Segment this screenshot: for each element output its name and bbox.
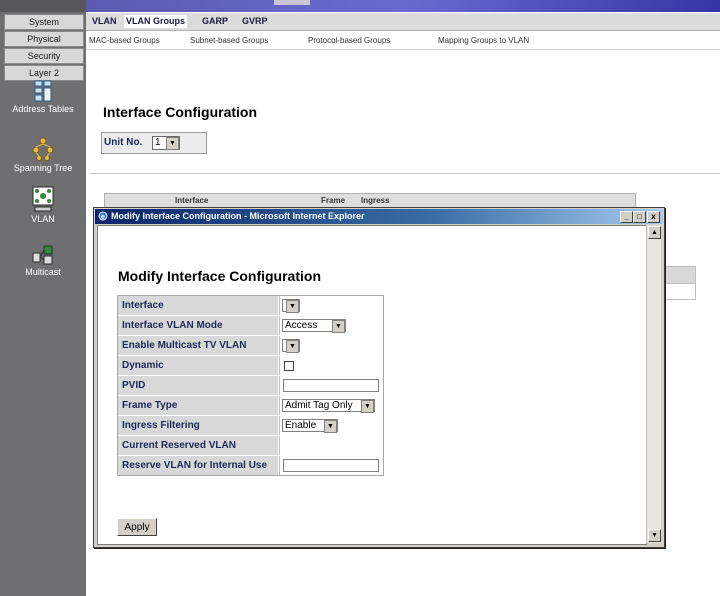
sidebar-spanning-tree-label: Spanning Tree <box>13 163 73 173</box>
scroll-down-icon[interactable]: ▼ <box>648 529 661 542</box>
chevron-down-icon: ▼ <box>166 137 179 150</box>
interface-vlan-mode-select[interactable]: Access ▼ <box>282 319 346 333</box>
pvid-label: PVID <box>118 376 278 395</box>
vlan-icon <box>32 186 54 212</box>
tab-garp[interactable]: GARP <box>202 15 228 28</box>
chevron-down-icon: ▼ <box>324 420 337 433</box>
form-row-interface: Interface ▼ <box>118 296 383 316</box>
table-edge <box>664 266 696 300</box>
maximize-icon[interactable]: □ <box>633 211 646 223</box>
subnav-mac-based-groups[interactable]: MAC-based Groups <box>89 36 160 45</box>
interface-vlan-mode-value: Access <box>285 320 318 331</box>
interface-select[interactable]: ▼ <box>282 299 300 313</box>
sidebar-multicast[interactable]: Multicast <box>0 245 86 277</box>
interface-config-form: Interface ▼ Interface VLAN Mode Access ▼ <box>117 295 384 476</box>
unit-select[interactable]: 1 ▼ <box>152 136 180 150</box>
form-row-frame-type: Frame Type Admit Tag Only ▼ <box>118 396 383 416</box>
table-header-ingress: Ingress <box>361 196 390 205</box>
dialog-content: Modify Interface Configuration Interface… <box>97 225 647 545</box>
spanning-tree-icon <box>32 137 54 161</box>
sidebar-spanning-tree[interactable]: Spanning Tree <box>0 137 86 173</box>
dynamic-label: Dynamic <box>118 356 278 375</box>
interface-label: Interface <box>118 296 278 315</box>
subnav-subnet-based-groups[interactable]: Subnet-based Groups <box>190 36 268 45</box>
sidebar-item-security[interactable]: Security <box>4 48 84 64</box>
sidebar-item-physical[interactable]: Physical <box>4 31 84 47</box>
chevron-down-icon: ▼ <box>286 340 299 353</box>
tab-vlan-groups[interactable]: VLAN Groups <box>124 15 188 28</box>
sidebar-vlan[interactable]: VLAN <box>0 186 86 224</box>
sidebar-menu: System Physical Security Layer 2 <box>4 14 84 82</box>
sidebar-item-layer2[interactable]: Layer 2 <box>4 65 84 81</box>
chevron-down-icon: ▼ <box>286 300 299 313</box>
sidebar-address-tables-label: Address Tables <box>12 104 74 114</box>
unit-label: Unit No. <box>104 137 143 148</box>
dynamic-checkbox[interactable] <box>284 361 294 371</box>
sidebar-address-tables[interactable]: Address Tables <box>0 80 86 114</box>
table-header-frame: Frame <box>321 196 346 205</box>
current-reserved-vlan-value <box>279 436 383 455</box>
subnav-protocol-based-groups[interactable]: Protocol-based Groups <box>308 36 390 45</box>
current-reserved-vlan-label: Current Reserved VLAN <box>118 436 278 455</box>
chevron-down-icon: ▼ <box>332 320 345 333</box>
tab-gvrp[interactable]: GVRP <box>242 15 268 28</box>
form-row-dynamic: Dynamic <box>118 356 383 376</box>
sub-navigation: MAC-based Groups Subnet-based Groups Pro… <box>86 31 720 50</box>
dialog-titlebar[interactable]: e Modify Interface Configuration - Micro… <box>95 209 663 224</box>
ingress-filtering-label: Ingress Filtering <box>118 416 278 435</box>
minimize-icon[interactable]: _ <box>620 211 633 223</box>
dialog-scrollbar[interactable]: ▲ ▼ <box>646 225 661 543</box>
form-row-multicast-tv-vlan: Enable Multicast TV VLAN ▼ <box>118 336 383 356</box>
apply-button[interactable]: Apply <box>117 518 157 536</box>
multicast-tv-vlan-select[interactable]: ▼ <box>282 339 300 353</box>
unit-select-value: 1 <box>155 137 161 148</box>
dialog-title: Modify Interface Configuration - Microso… <box>111 211 365 221</box>
close-icon[interactable]: x <box>647 211 660 223</box>
multicast-tv-vlan-label: Enable Multicast TV VLAN <box>118 336 278 355</box>
pvid-input[interactable] <box>283 379 379 392</box>
address-tables-icon <box>34 80 52 102</box>
left-sidebar: System Physical Security Layer 2 Address… <box>0 0 86 596</box>
frame-type-select[interactable]: Admit Tag Only ▼ <box>282 399 375 413</box>
form-row-reserve-vlan: Reserve VLAN for Internal Use <box>118 456 383 475</box>
frame-type-label: Frame Type <box>118 396 278 415</box>
multicast-icon <box>32 245 53 265</box>
reserve-vlan-label: Reserve VLAN for Internal Use <box>118 456 278 475</box>
form-row-pvid: PVID <box>118 376 383 396</box>
banner-notch <box>274 0 310 5</box>
form-row-ingress-filtering: Ingress Filtering Enable ▼ <box>118 416 383 436</box>
ingress-filtering-select[interactable]: Enable ▼ <box>282 419 338 433</box>
dialog-heading: Modify Interface Configuration <box>118 268 321 284</box>
table-header-interface: Interface <box>175 196 209 205</box>
top-banner <box>86 0 720 12</box>
divider <box>90 173 720 174</box>
modify-interface-dialog: e Modify Interface Configuration - Micro… <box>93 207 665 548</box>
frame-type-value: Admit Tag Only <box>285 400 353 411</box>
ingress-filtering-value: Enable <box>285 420 317 431</box>
subnav-mapping-groups-to-vlan[interactable]: Mapping Groups to VLAN <box>438 36 529 45</box>
chevron-down-icon: ▼ <box>361 400 374 413</box>
svg-text:e: e <box>101 214 105 221</box>
sidebar-top-strip <box>0 0 86 12</box>
scroll-up-icon[interactable]: ▲ <box>648 226 661 239</box>
page-title: Interface Configuration <box>103 104 258 120</box>
internet-explorer-icon: e <box>98 211 108 221</box>
interface-vlan-mode-label: Interface VLAN Mode <box>118 316 278 335</box>
tab-bar: VLAN VLAN Groups GARP GVRP <box>86 13 720 31</box>
reserve-vlan-input[interactable] <box>283 459 379 472</box>
sidebar-item-system[interactable]: System <box>4 14 84 30</box>
sidebar-vlan-label: VLAN <box>31 214 55 224</box>
tab-vlan[interactable]: VLAN <box>92 15 117 28</box>
sidebar-multicast-label: Multicast <box>25 267 61 277</box>
form-row-interface-vlan-mode: Interface VLAN Mode Access ▼ <box>118 316 383 336</box>
form-row-current-reserved-vlan: Current Reserved VLAN <box>118 436 383 456</box>
